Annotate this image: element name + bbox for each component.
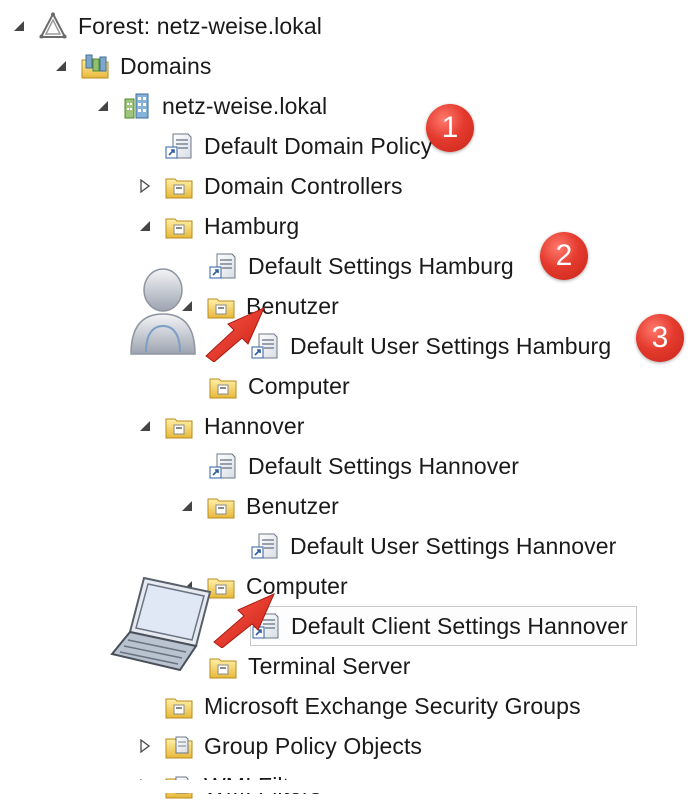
organizational-unit-folder-icon [164,171,194,201]
collapsed-icon[interactable] [138,178,152,194]
gpmc-tree: Forest: netz-weise.lokal Domains netz-we… [0,0,691,799]
gpo-link-icon [208,251,238,281]
red-arrow-icon [198,300,270,363]
gpo-link-icon [164,131,194,161]
tree-row-domains[interactable]: Domains [54,46,211,86]
user-avatar-icon [128,264,198,356]
collapsed-icon[interactable] [138,738,152,754]
expanded-icon[interactable] [54,59,68,73]
gpo-folder-icon [164,731,194,761]
step-badge: 3 [636,314,684,362]
gpo-label: Default User Settings Hamburg [290,333,612,359]
tree-row-hannover-benutzer[interactable]: Benutzer [180,486,339,526]
ou-label: Terminal Server [248,653,411,679]
gpo-label: Default User Settings Hannover [290,533,617,559]
expanded-icon[interactable] [138,219,152,233]
tree-row-exchange-groups[interactable]: Microsoft Exchange Security Groups [164,686,581,726]
tree-row-forest[interactable]: Forest: netz-weise.lokal [12,6,322,46]
gpo-label: Default Client Settings Hannover [291,613,628,639]
tree-row-hamburg[interactable]: Hamburg [138,206,299,246]
gpo-link-icon [208,451,238,481]
gpo-link-icon [250,531,280,561]
forest-triangle-icon [38,11,68,41]
gpo-label: Default Domain Policy [204,133,433,159]
domains-folder-icon [80,51,110,81]
organizational-unit-folder-icon [164,691,194,721]
organizational-unit-folder-icon [208,371,238,401]
ou-label: Microsoft Exchange Security Groups [204,693,581,719]
tree-row-default-settings-hannover[interactable]: Default Settings Hannover [208,446,519,486]
ou-label: Hannover [204,413,305,439]
gpo-folder-label: Group Policy Objects [204,733,423,759]
domain-building-icon [122,91,152,121]
domain-label: netz-weise.lokal [162,93,328,119]
tree-row-default-user-settings-hannover[interactable]: Default User Settings Hannover [250,526,616,566]
ou-label: Domain Controllers [204,173,403,199]
tree-row-domain[interactable]: netz-weise.lokal [96,86,327,126]
gpo-label: Default Settings Hamburg [248,253,514,279]
domains-label: Domains [120,53,212,79]
viewport-cutoff [0,780,691,793]
laptop-icon [108,570,218,678]
forest-label: Forest: netz-weise.lokal [78,13,322,39]
expanded-icon[interactable] [12,19,26,33]
step-badge: 2 [540,232,588,280]
ou-label: Hamburg [204,213,300,239]
tree-row-terminal-server[interactable]: Terminal Server [208,646,411,686]
ou-label: Computer [248,373,350,399]
tree-row-default-settings-hamburg[interactable]: Default Settings Hamburg [208,246,514,286]
tree-row-hannover[interactable]: Hannover [138,406,305,446]
step-badge: 1 [426,104,474,152]
organizational-unit-folder-icon [164,411,194,441]
tree-row-default-client-settings-hannover[interactable]: Default Client Settings Hannover [250,606,637,646]
expanded-icon[interactable] [96,99,110,113]
tree-row-domain-controllers[interactable]: Domain Controllers [138,166,403,206]
organizational-unit-folder-icon [164,211,194,241]
red-arrow-icon [206,584,280,649]
organizational-unit-folder-icon [206,491,236,521]
ou-label: Benutzer [246,493,339,519]
gpo-label: Default Settings Hannover [248,453,519,479]
tree-row-default-user-settings-hamburg[interactable]: Default User Settings Hamburg [250,326,611,366]
tree-row-gpo[interactable]: Group Policy Objects [138,726,422,766]
tree-row-default-domain-policy[interactable]: Default Domain Policy [164,126,432,166]
tree-row-hamburg-computer[interactable]: Computer [208,366,350,406]
expanded-icon[interactable] [138,419,152,433]
expanded-icon[interactable] [180,499,194,513]
